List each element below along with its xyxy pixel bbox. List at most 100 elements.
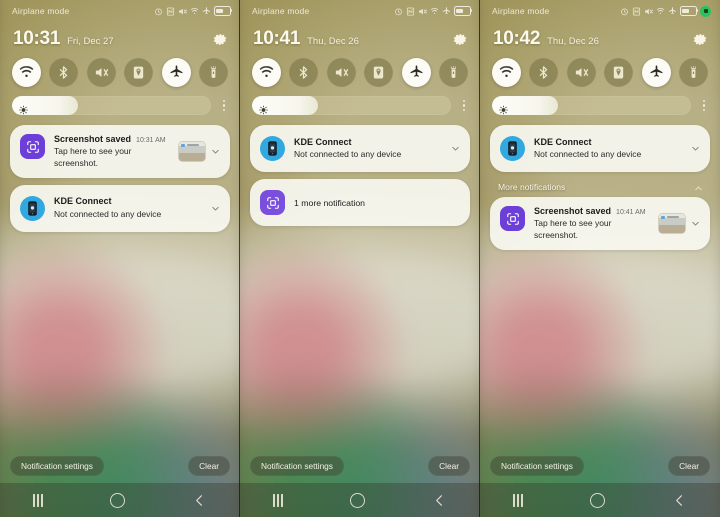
wifi-icon bbox=[656, 7, 665, 16]
home-icon[interactable] bbox=[590, 492, 605, 508]
chevron-up-icon[interactable] bbox=[693, 181, 704, 192]
more-notifications-header[interactable]: More notifications bbox=[490, 179, 710, 197]
quick-toggle-secure-folder[interactable] bbox=[124, 58, 154, 87]
chevron-down-icon[interactable] bbox=[450, 143, 461, 154]
quick-toggle-bluetooth[interactable] bbox=[529, 58, 559, 87]
notification-card[interactable]: 1 more notification bbox=[250, 179, 470, 226]
quick-toggle-secure-folder[interactable] bbox=[364, 58, 394, 87]
notification-title-row: Screenshot saved 10:41 AM bbox=[534, 206, 653, 217]
quick-toggle-bluetooth[interactable] bbox=[289, 58, 319, 87]
notification-body: 1 more notification bbox=[294, 198, 461, 208]
quick-toggle-wifi[interactable] bbox=[12, 58, 41, 87]
notification-body: KDE Connect Not connected to any device bbox=[54, 196, 205, 220]
screenshot-icon bbox=[500, 206, 525, 231]
recents-icon[interactable] bbox=[33, 493, 44, 507]
footer-button-row: Notification settings Clear bbox=[480, 455, 720, 483]
quick-toggle-sound[interactable] bbox=[86, 58, 116, 87]
clear-button[interactable]: Clear bbox=[188, 455, 230, 476]
kebab-icon[interactable] bbox=[459, 98, 469, 114]
notification-text-line1: Not connected to any device bbox=[54, 208, 162, 219]
clock-row: 10:41 Thu, Dec 26 bbox=[240, 22, 480, 48]
brightness-row bbox=[240, 87, 480, 115]
battery-icon bbox=[214, 6, 233, 16]
quick-toggle-sound[interactable] bbox=[326, 58, 356, 87]
notification-body: KDE Connect Not connected to any device bbox=[294, 137, 445, 161]
brightness-row bbox=[480, 87, 720, 115]
battery-icon bbox=[454, 6, 473, 16]
notification-time: 10:41 AM bbox=[616, 209, 646, 216]
quick-toggle-airplane-mode[interactable] bbox=[401, 58, 431, 87]
back-icon[interactable] bbox=[432, 493, 447, 508]
notification-title: 1 more notification bbox=[294, 197, 365, 208]
alarm-icon bbox=[620, 7, 629, 16]
clock-row: 10:42 Thu, Dec 26 bbox=[480, 22, 720, 48]
quick-toggle-flashlight[interactable] bbox=[438, 58, 468, 87]
notification-list: Screenshot saved 10:31 AM Tap here to see … bbox=[0, 115, 240, 232]
panel-bottom: Notification settings Clear bbox=[240, 455, 480, 517]
back-icon[interactable] bbox=[192, 493, 207, 508]
quick-toggle-wifi[interactable] bbox=[252, 58, 281, 87]
airplane-icon bbox=[442, 6, 451, 16]
notification-text-line1: Not connected to any device bbox=[294, 148, 402, 159]
quick-toggle-sound[interactable] bbox=[566, 58, 596, 87]
clock-date: Fri, Dec 27 bbox=[67, 36, 114, 47]
quick-toggle-bluetooth[interactable] bbox=[49, 58, 79, 87]
kebab-icon[interactable] bbox=[699, 98, 709, 114]
clock-time: 10:31 bbox=[13, 28, 61, 49]
home-icon[interactable] bbox=[110, 492, 125, 508]
kebab-icon[interactable] bbox=[219, 98, 229, 114]
brightness-slider[interactable] bbox=[252, 96, 451, 115]
clock-date: Thu, Dec 26 bbox=[547, 36, 599, 47]
navigation-bar bbox=[480, 483, 720, 517]
home-icon[interactable] bbox=[350, 492, 365, 508]
chevron-down-icon[interactable] bbox=[690, 143, 701, 154]
notification-title: KDE Connect bbox=[294, 136, 352, 147]
notification-card[interactable]: Screenshot saved 10:31 AM Tap here to see … bbox=[10, 125, 230, 178]
recents-icon[interactable] bbox=[273, 493, 284, 507]
notification-card[interactable]: KDE Connect Not connected to any device bbox=[10, 184, 230, 232]
brightness-slider[interactable] bbox=[12, 96, 211, 115]
quick-toggle-flashlight[interactable] bbox=[198, 58, 228, 87]
wifi-icon bbox=[190, 7, 199, 16]
gear-icon[interactable] bbox=[453, 32, 468, 47]
notification-title-row: Screenshot saved 10:31 AM bbox=[54, 134, 173, 145]
recents-icon[interactable] bbox=[513, 493, 524, 507]
screenshot-thumbnail[interactable] bbox=[659, 213, 685, 233]
quick-toggle-airplane-mode[interactable] bbox=[161, 58, 191, 87]
chevron-down-icon[interactable] bbox=[210, 146, 221, 157]
notification-title: Screenshot saved bbox=[534, 206, 612, 216]
notification-card[interactable]: Screenshot saved 10:41 AM Tap here to see … bbox=[490, 197, 710, 250]
notification-title-row: KDE Connect bbox=[534, 137, 685, 148]
notification-panel-3: Airplane mode 10:42 Thu, Dec 26 KDE Connect… bbox=[480, 0, 720, 517]
quick-toggle-flashlight[interactable] bbox=[678, 58, 708, 87]
notification-time: 10:31 AM bbox=[136, 137, 166, 144]
chevron-down-icon[interactable] bbox=[210, 203, 221, 214]
status-bar-icons bbox=[154, 6, 233, 16]
gear-icon[interactable] bbox=[693, 32, 708, 47]
notification-title: KDE Connect bbox=[534, 136, 592, 147]
notification-settings-button[interactable]: Notification settings bbox=[490, 455, 584, 476]
status-bar-label: Airplane mode bbox=[492, 6, 550, 16]
back-icon[interactable] bbox=[672, 493, 687, 508]
notification-card[interactable]: KDE Connect Not connected to any device bbox=[490, 125, 710, 172]
quick-toggle-wifi[interactable] bbox=[492, 58, 521, 87]
screenshot-thumbnail[interactable] bbox=[179, 141, 205, 161]
quick-toggle-airplane-mode[interactable] bbox=[641, 58, 671, 87]
notification-settings-button[interactable]: Notification settings bbox=[10, 455, 104, 476]
nfc-icon bbox=[632, 7, 641, 16]
chevron-down-icon[interactable] bbox=[690, 218, 701, 229]
clear-button[interactable]: Clear bbox=[668, 455, 710, 476]
brightness-slider[interactable] bbox=[492, 96, 691, 115]
notification-card[interactable]: KDE Connect Not connected to any device bbox=[250, 125, 470, 172]
more-notifications-label: More notifications bbox=[498, 181, 566, 192]
alarm-icon bbox=[154, 7, 163, 16]
notification-title: Screenshot saved bbox=[54, 134, 132, 144]
wifi-icon bbox=[430, 7, 439, 16]
phone-icon bbox=[500, 136, 525, 161]
quick-toggle-secure-folder[interactable] bbox=[604, 58, 634, 87]
notification-settings-button[interactable]: Notification settings bbox=[250, 455, 344, 476]
nfc-icon bbox=[406, 7, 415, 16]
gear-icon[interactable] bbox=[213, 32, 228, 47]
clear-button[interactable]: Clear bbox=[428, 455, 470, 476]
notification-panel-1: Airplane mode 10:31 Fri, Dec 27 Screenshot … bbox=[0, 0, 240, 517]
